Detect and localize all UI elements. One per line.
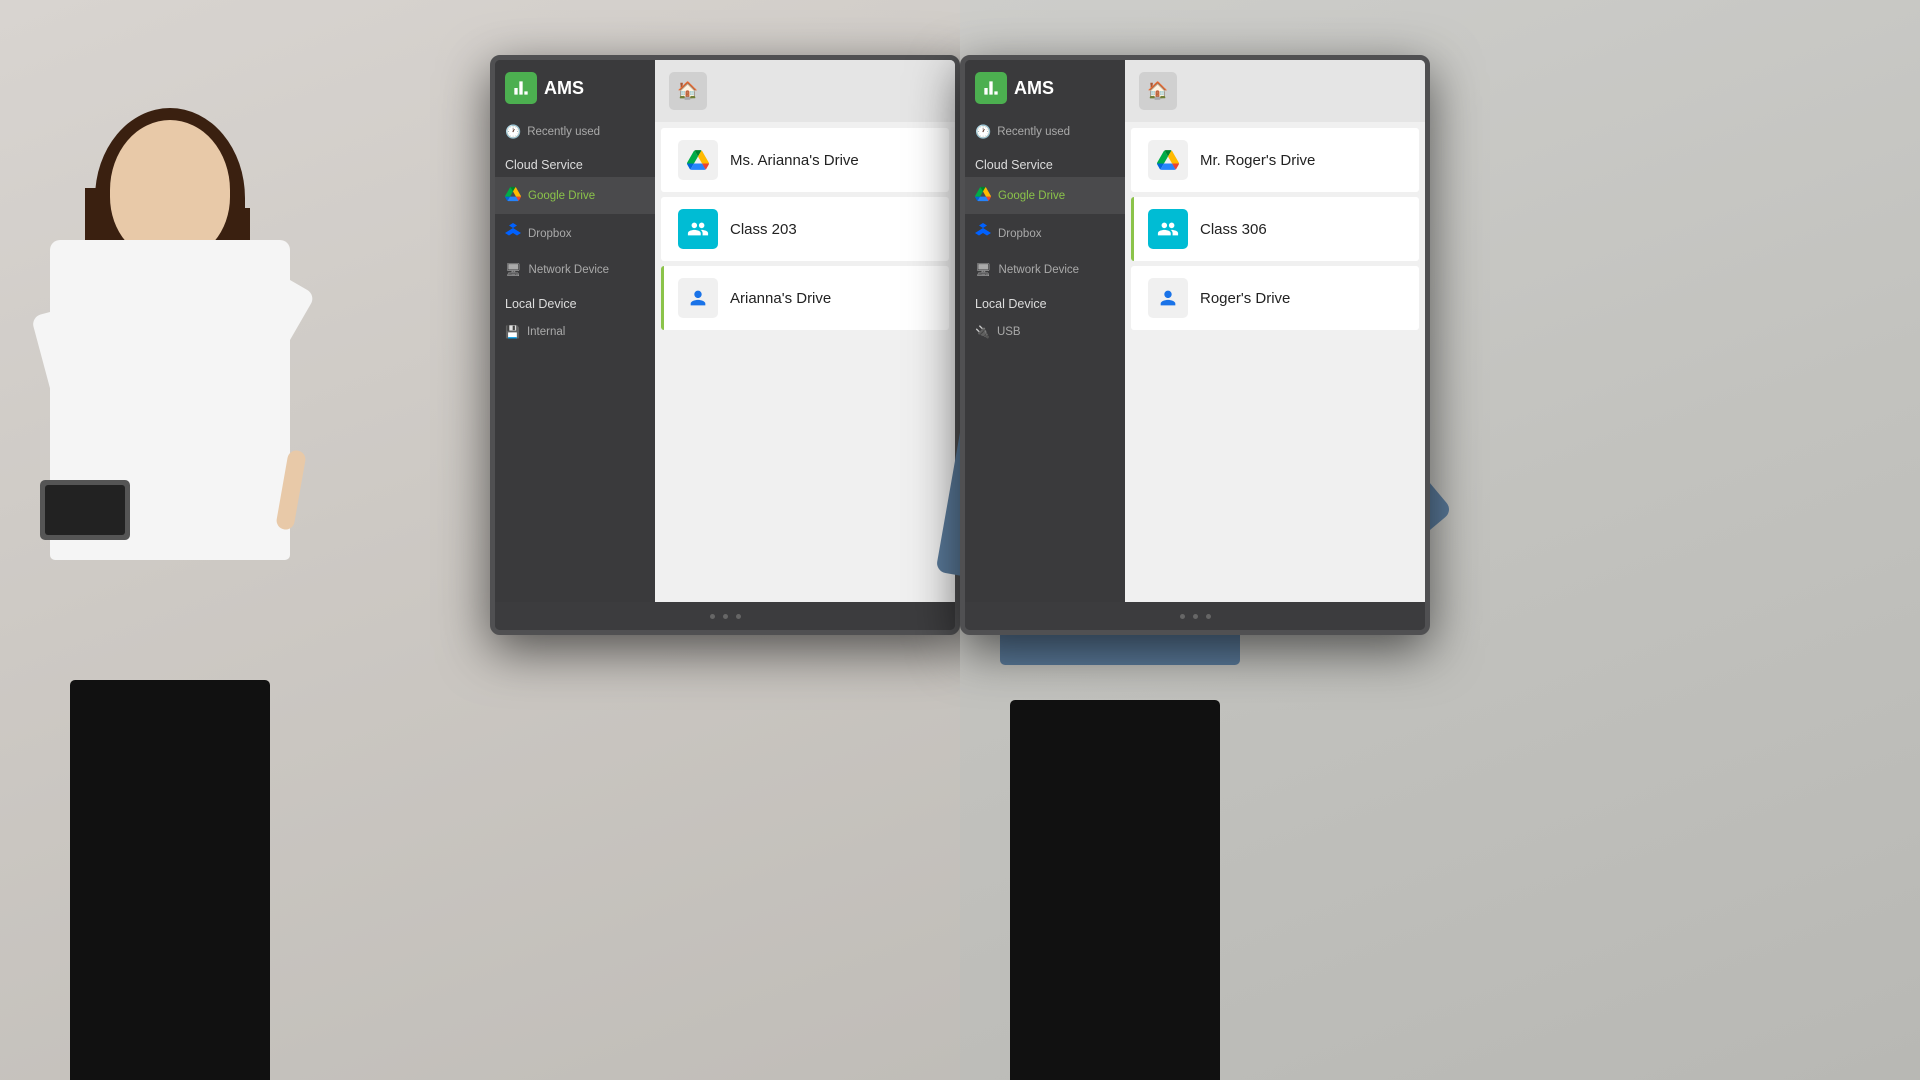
file-item-rogers-drive[interactable]: Roger's Drive	[1131, 266, 1419, 330]
sidebar-item-internal-left[interactable]: 💾 Internal	[495, 316, 655, 348]
monitor-left-wrapper: AMS 🕐 Recently used Cloud Service	[490, 55, 960, 635]
home-button-right[interactable]: 🏠	[1139, 72, 1177, 110]
app-container: AMS 🕐 Recently used Cloud Service	[0, 0, 1920, 1080]
woman-tablet-screen	[45, 485, 125, 535]
sidebar-item-dropbox-right[interactable]: Dropbox	[965, 214, 1125, 253]
google-drive-icon-right	[975, 186, 991, 205]
main-header-right: 🏠	[1125, 60, 1425, 122]
ariannas-drive-icon	[678, 278, 718, 318]
woman-head	[110, 120, 230, 260]
file-item-class-306[interactable]: Class 306	[1131, 197, 1419, 261]
monitor-right-content: AMS 🕐 Recently used Cloud Service	[965, 60, 1425, 602]
sidebar-right-header: AMS	[965, 60, 1125, 116]
recently-used-right[interactable]: 🕐 Recently used	[965, 116, 1125, 148]
main-header-left: 🏠	[655, 60, 955, 122]
internal-icon-left: 💾	[505, 325, 520, 339]
network-label-right: Network Device	[999, 264, 1080, 276]
ams-title-right: AMS	[1014, 78, 1054, 99]
sidebar-left-header: AMS	[495, 60, 655, 116]
monitor-right-wrapper: AMS 🕐 Recently used Cloud Service	[960, 55, 1430, 635]
class-306-icon	[1148, 209, 1188, 249]
class-203-icon	[678, 209, 718, 249]
dropbox-label-right: Dropbox	[998, 228, 1041, 240]
cloud-service-label-right: Cloud Service	[965, 148, 1125, 177]
file-list-left: Ms. Arianna's Drive Class 203	[655, 122, 955, 602]
local-device-label-left: Local Device	[495, 287, 655, 316]
man-legs	[1010, 700, 1220, 1080]
sidebar-item-network-left[interactable]: 🖥 Network Device	[495, 253, 655, 287]
footer-dot-2	[723, 614, 728, 619]
home-button-left[interactable]: 🏠	[669, 72, 707, 110]
mr-rogers-name: Mr. Roger's Drive	[1200, 152, 1315, 169]
footer-dot-r1	[1180, 614, 1185, 619]
network-icon-right: 🖥	[975, 262, 992, 278]
recently-used-left[interactable]: 🕐 Recently used	[495, 116, 655, 148]
home-icon-left: 🏠	[677, 81, 698, 101]
sidebar-item-google-drive-left[interactable]: Google Drive	[495, 177, 655, 214]
ams-title-left: AMS	[544, 78, 584, 99]
main-left: 🏠	[655, 60, 955, 602]
panel-right: AMS 🕐 Recently used Cloud Service	[960, 0, 1920, 1080]
file-item-ariannas-drive[interactable]: Arianna's Drive	[661, 266, 949, 330]
ariannas-drive-name: Arianna's Drive	[730, 290, 831, 307]
monitor-left-frame: AMS 🕐 Recently used Cloud Service	[490, 55, 960, 635]
clock-icon-right: 🕐	[975, 124, 991, 140]
sidebar-item-network-right[interactable]: 🖥 Network Device	[965, 253, 1125, 287]
file-item-class-203[interactable]: Class 203	[661, 197, 949, 261]
sidebar-item-usb-right[interactable]: 🔌 USB	[965, 316, 1125, 348]
sidebar-left: AMS 🕐 Recently used Cloud Service	[495, 60, 655, 602]
footer-dot-r3	[1206, 614, 1211, 619]
mr-rogers-icon	[1148, 140, 1188, 180]
local-device-label-right: Local Device	[965, 287, 1125, 316]
file-item-mr-rogers[interactable]: Mr. Roger's Drive	[1131, 128, 1419, 192]
class-203-name: Class 203	[730, 221, 797, 238]
dropbox-label-left: Dropbox	[528, 228, 571, 240]
file-list-right: Mr. Roger's Drive Class 306	[1125, 122, 1425, 602]
sidebar-right: AMS 🕐 Recently used Cloud Service	[965, 60, 1125, 602]
sidebar-item-dropbox-left[interactable]: Dropbox	[495, 214, 655, 253]
clock-icon-left: 🕐	[505, 124, 521, 140]
monitor-left-footer	[495, 602, 955, 630]
woman-figure	[0, 80, 340, 1080]
google-drive-label-right: Google Drive	[998, 190, 1065, 202]
panel-left: AMS 🕐 Recently used Cloud Service	[0, 0, 960, 1080]
dropbox-icon-right	[975, 223, 991, 244]
google-drive-label-left: Google Drive	[528, 190, 595, 202]
file-item-ms-arianna[interactable]: Ms. Arianna's Drive	[661, 128, 949, 192]
ams-logo-right	[975, 72, 1007, 104]
rogers-drive-icon	[1148, 278, 1188, 318]
home-icon-right: 🏠	[1147, 81, 1168, 101]
class-306-name: Class 306	[1200, 221, 1267, 238]
footer-dot-r2	[1193, 614, 1198, 619]
usb-icon-right: 🔌	[975, 325, 990, 339]
woman-legs	[70, 680, 270, 1080]
cloud-service-label-left: Cloud Service	[495, 148, 655, 177]
network-icon-left: 🖥	[505, 262, 522, 278]
monitor-right-frame: AMS 🕐 Recently used Cloud Service	[960, 55, 1430, 635]
rogers-drive-name: Roger's Drive	[1200, 290, 1290, 307]
ams-logo-left	[505, 72, 537, 104]
network-label-left: Network Device	[529, 264, 610, 276]
google-drive-icon-left	[505, 186, 521, 205]
footer-dot-3	[736, 614, 741, 619]
dropbox-icon-left	[505, 223, 521, 244]
main-right: 🏠	[1125, 60, 1425, 602]
ms-arianna-icon	[678, 140, 718, 180]
footer-dot-1	[710, 614, 715, 619]
sidebar-item-google-drive-right[interactable]: Google Drive	[965, 177, 1125, 214]
ms-arianna-name: Ms. Arianna's Drive	[730, 152, 859, 169]
monitor-right-footer	[965, 602, 1425, 630]
monitor-left-content: AMS 🕐 Recently used Cloud Service	[495, 60, 955, 602]
